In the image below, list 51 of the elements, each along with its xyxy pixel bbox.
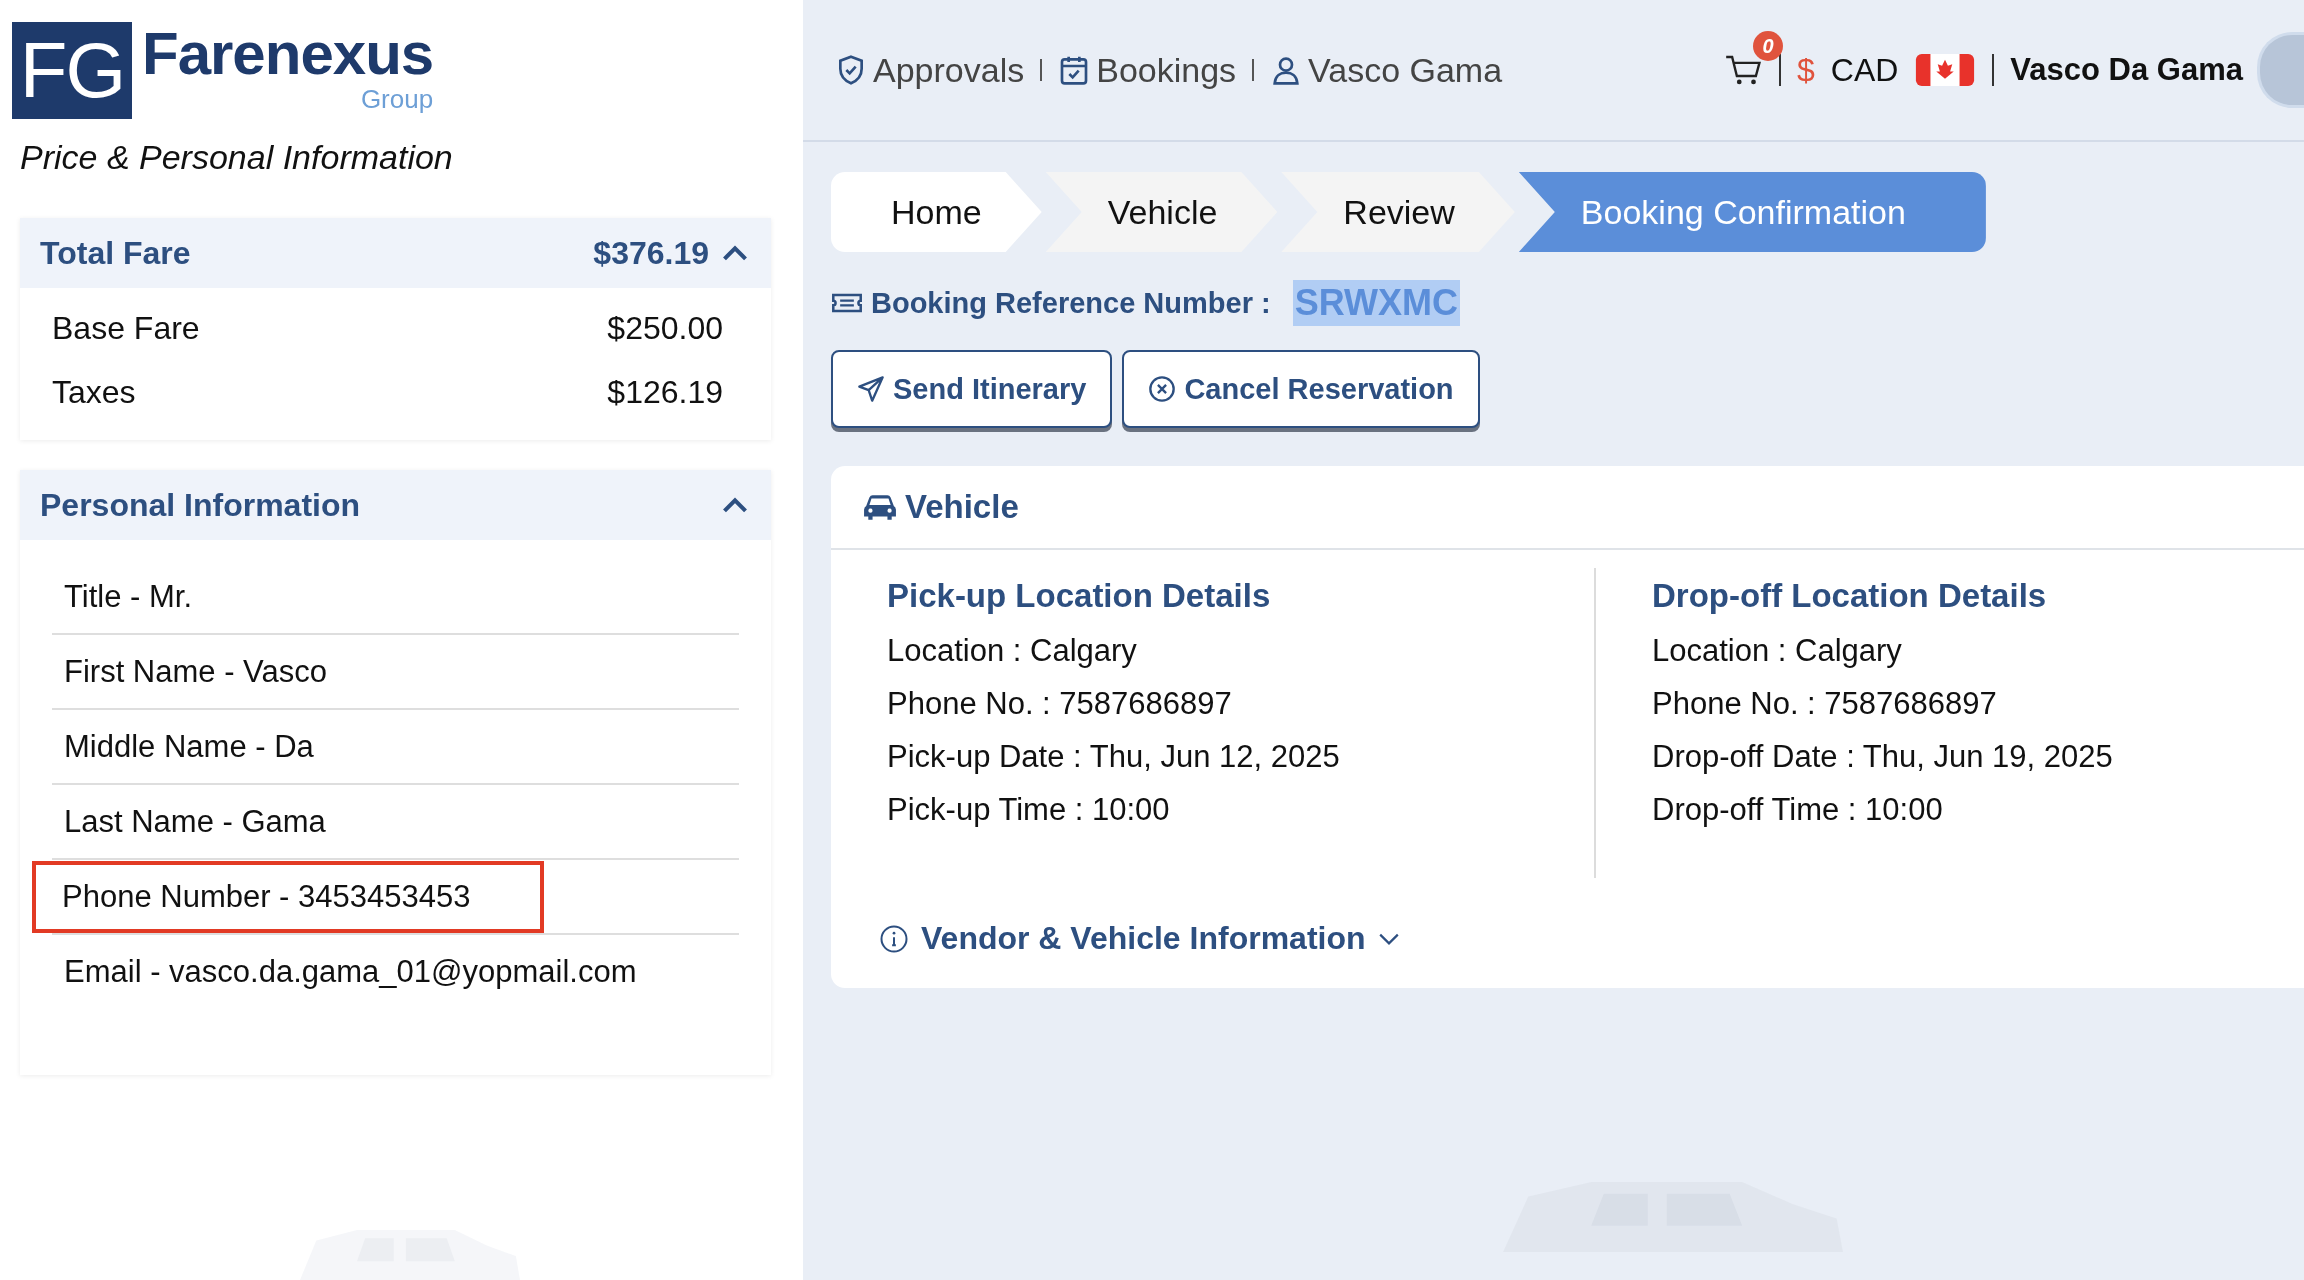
personal-info-row-text: Middle Name - Da — [63, 727, 315, 766]
fare-value: $126.19 — [607, 373, 723, 411]
nav-link[interactable]: Approvals — [835, 50, 1025, 90]
personal-info-row-text: Last Name - Gama — [63, 802, 327, 841]
personal-info-row-text: First Name - Vasco — [63, 652, 328, 691]
location-details-title: Drop-off Location Details — [1652, 576, 2048, 616]
location-detail: Phone No. : 7587686897 — [1652, 684, 1998, 723]
breadcrumb-step[interactable]: Home — [831, 172, 1042, 252]
fare-label: Taxes — [52, 373, 136, 411]
section-title: Price & Personal Information — [19, 137, 454, 178]
location-details-title: Pick-up Location Details — [887, 576, 1272, 616]
nav-link[interactable]: Vasco Gama — [1270, 50, 1503, 90]
breadcrumb-step[interactable]: Review — [1281, 172, 1515, 252]
location-detail: Pick-up Time : 10:00 — [887, 790, 1171, 829]
user-name[interactable]: Vasco Da Gama — [2010, 52, 2243, 88]
breadcrumb-step[interactable]: Vehicle — [1045, 172, 1278, 252]
logo-mark: FG — [12, 22, 132, 119]
reference-number: SRWXMC — [1292, 280, 1460, 326]
logo-subtitle: Group — [360, 86, 434, 112]
car-icon — [863, 493, 897, 521]
collapse-chevron-icon[interactable] — [721, 243, 749, 263]
nav-link[interactable]: Bookings — [1058, 50, 1237, 90]
collapse-chevron-icon[interactable] — [721, 495, 749, 515]
flag-icon — [1914, 54, 1977, 86]
location-detail: Pick-up Date : Thu, Jun 12, 2025 — [887, 737, 1341, 776]
card-title: Personal Information — [40, 486, 361, 524]
chevron-down-icon — [1377, 931, 1400, 946]
ticket-icon — [831, 291, 863, 315]
paper-plane-icon — [857, 375, 885, 403]
currency-symbol: $ — [1797, 51, 1815, 89]
card-title: Vehicle — [905, 488, 1019, 526]
vendor-info-toggle[interactable]: Vendor & Vehicle Information — [879, 920, 1400, 957]
location-detail: Drop-off Time : 10:00 — [1652, 790, 1944, 829]
personal-info-row: Phone Number - 3453453453 — [32, 860, 545, 933]
reference-label: Booking Reference Number : — [871, 286, 1271, 320]
location-detail: Phone No. : 7587686897 — [887, 684, 1233, 723]
location-detail: Location : Calgary — [887, 631, 1138, 670]
info-icon — [879, 923, 909, 954]
currency-code[interactable]: CAD — [1830, 51, 1899, 89]
logo-name: Farenexus — [142, 22, 434, 86]
fare-value: $250.00 — [607, 309, 723, 347]
cart-count-badge: 0 — [1753, 31, 1783, 61]
cart-icon[interactable] — [1725, 53, 1763, 87]
location-detail: Drop-off Date : Thu, Jun 19, 2025 — [1652, 737, 2114, 776]
personal-info-row-text: Email - vasco.da.gama_01@yopmail.com — [63, 952, 638, 991]
location-detail: Location : Calgary — [1652, 631, 1903, 670]
fare-label: Base Fare — [52, 309, 200, 347]
personal-info-row-text: Title - Mr. — [63, 577, 193, 616]
circle-x-icon — [1148, 375, 1177, 403]
total-fare-amount: $376.19 — [593, 234, 709, 272]
card-title: Total Fare — [40, 234, 191, 272]
